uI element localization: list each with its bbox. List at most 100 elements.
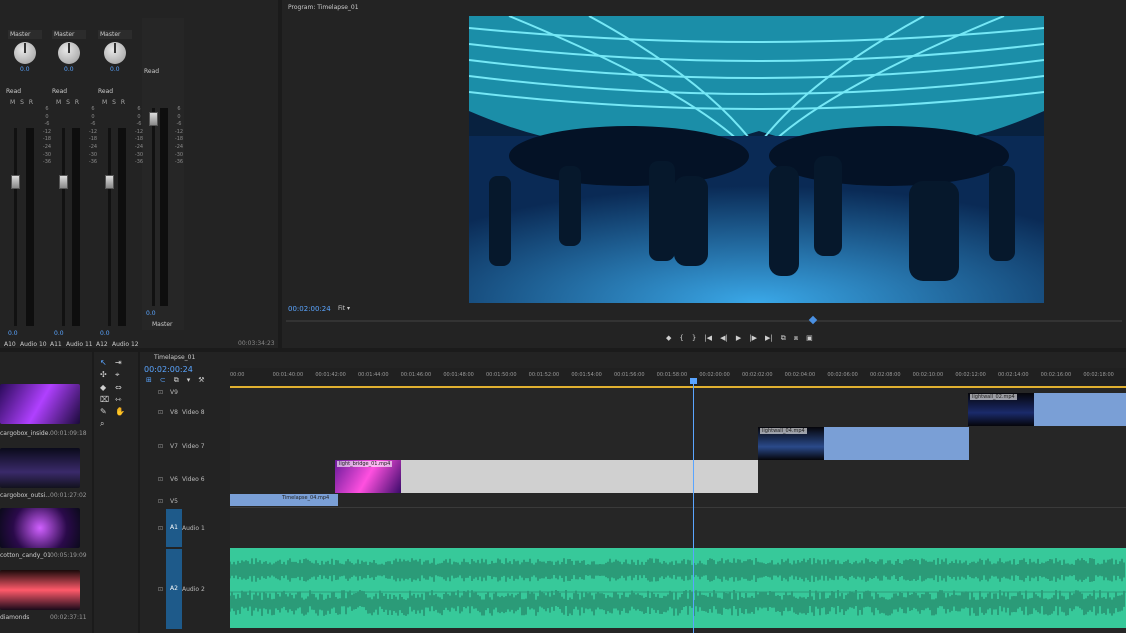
video-still — [469, 16, 1044, 303]
program-timecode[interactable]: 00:02:00:24 — [288, 305, 331, 313]
channel-name: Audio 10 — [20, 341, 47, 348]
db-scale-label: -24 — [88, 143, 98, 150]
clip-light-bridge-01[interactable]: light_bridge_01.mp4 — [335, 460, 758, 493]
level-value: 0.0 — [54, 330, 64, 337]
mark-in-button[interactable]: { — [679, 334, 683, 343]
automation-mode-select[interactable]: Read — [6, 88, 44, 95]
track-lock-icon[interactable]: ⊡ — [158, 409, 163, 416]
track-header-v5[interactable]: V5 ⊡ — [140, 495, 230, 507]
msr-buttons[interactable]: M S R — [56, 99, 79, 106]
timeline-timecode[interactable]: 00:02:00:24 — [144, 365, 193, 374]
channel-name: Audio 11 — [66, 341, 93, 348]
play-button[interactable]: ▶ — [736, 334, 741, 343]
volume-fader-track[interactable] — [62, 128, 65, 326]
track-target-a2[interactable]: A2 — [166, 549, 182, 629]
ruler-tick-label: 00:01:42:00 — [315, 372, 346, 378]
track-lock-icon[interactable]: ⊡ — [158, 525, 163, 532]
route-select[interactable]: Master — [8, 30, 42, 39]
track-header-v7[interactable]: V7 ⊡ Video 7 — [140, 429, 230, 462]
track-select-tool-icon[interactable]: ⇥ — [115, 358, 127, 367]
av-divider — [230, 507, 1126, 508]
volume-fader[interactable] — [105, 175, 114, 189]
track-header-a1[interactable]: A1 ⊡ Audio 1 — [140, 509, 230, 547]
msr-buttons[interactable]: M S R — [10, 99, 33, 106]
db-scale-label: 0 — [91, 113, 95, 120]
program-playhead[interactable] — [808, 315, 818, 325]
razor-tool-icon[interactable]: ⇔ — [115, 383, 127, 392]
volume-fader[interactable] — [59, 175, 68, 189]
nest-icon[interactable]: ⊞ — [146, 376, 152, 385]
add-marker-button[interactable]: ◆ — [666, 334, 671, 343]
track-lock-icon[interactable]: ⊡ — [158, 586, 163, 593]
program-title[interactable]: Program: Timelapse_01 — [288, 4, 359, 11]
master-mode-select[interactable]: Read — [144, 68, 180, 75]
db-scale-label: -36 — [134, 159, 144, 166]
hand-tool-icon[interactable]: ✋ — [115, 407, 127, 416]
step-forward-button[interactable]: |▶ — [749, 334, 757, 343]
linked-selection-icon[interactable]: ⧉ — [174, 376, 179, 385]
pan-value: 0.0 — [110, 66, 120, 73]
ruler-tick-label: 00:02:02:00 — [742, 372, 773, 378]
playhead-handle[interactable] — [690, 378, 697, 384]
master-fader[interactable] — [149, 112, 158, 126]
bin-thumb-0[interactable] — [0, 384, 80, 424]
track-target-a1[interactable]: A1 — [166, 509, 182, 547]
pan-knob[interactable] — [58, 42, 80, 64]
lift-button[interactable]: ⧉ — [781, 334, 786, 343]
track-header-v6[interactable]: V6 ⊡ Video 6 — [140, 462, 230, 495]
db-scale: 6 0 -6 -12 -18 -24 -30 -36 — [172, 106, 186, 306]
track-lock-icon[interactable]: ⊡ — [158, 476, 163, 483]
track-lock-icon[interactable]: ⊡ — [158, 498, 163, 505]
channel-name: Audio 12 — [112, 341, 139, 348]
zoom-tool-icon[interactable]: ⌕ — [100, 419, 112, 429]
rate-stretch-tool-icon[interactable]: ◆ — [100, 383, 112, 392]
master-fader-track[interactable] — [152, 108, 155, 306]
track-lock-icon[interactable]: ⊡ — [158, 443, 163, 450]
bin-item-name: diamonds — [0, 614, 30, 621]
fit-select[interactable]: Fit ▾ — [338, 305, 350, 312]
route-select[interactable]: Master — [52, 30, 86, 39]
transport-controls: ◆ { } |◀ ◀| ▶ |▶ ▶| ⧉ ⧈ ▣ — [666, 334, 813, 343]
track-header-a2[interactable]: A2 ⊡ Audio 2 — [140, 549, 230, 629]
route-select[interactable]: Master — [98, 30, 132, 39]
selection-tool-icon[interactable]: ↖ — [100, 358, 112, 367]
bin-thumb-1[interactable] — [0, 448, 80, 488]
settings-wrench-icon[interactable]: ⚒ — [198, 376, 204, 385]
bin-thumb-2[interactable] — [0, 508, 80, 548]
slip-tool-icon[interactable]: ⌧ — [100, 395, 112, 404]
msr-buttons[interactable]: M S R — [102, 99, 125, 106]
audio-clip-a2[interactable] — [230, 548, 1126, 628]
pen-tool-icon[interactable]: ✎ — [100, 407, 112, 416]
automation-mode-select[interactable]: Read — [98, 88, 136, 95]
export-frame-button[interactable]: ▣ — [806, 334, 813, 343]
program-scrubber[interactable] — [286, 320, 1122, 322]
mark-out-button[interactable]: } — [692, 334, 696, 343]
slide-tool-icon[interactable]: ⇿ — [115, 395, 127, 404]
clip-lightwall-04[interactable]: lightwall_04.mp4 — [758, 427, 969, 460]
program-video-frame[interactable] — [469, 16, 1044, 303]
db-scale: 6 0 -6 -12 -18 -24 -30 -36 — [86, 106, 100, 306]
rolling-edit-tool-icon[interactable]: ⌖ — [115, 370, 127, 380]
pan-knob[interactable] — [104, 42, 126, 64]
timeline-tab[interactable]: Timelapse_01 — [154, 354, 195, 361]
volume-fader-track[interactable] — [14, 128, 17, 326]
clip-label: Timelapse_04.mp4 — [282, 495, 330, 501]
go-to-out-button[interactable]: ▶| — [765, 334, 773, 343]
volume-fader[interactable] — [11, 175, 20, 189]
bin-thumb-3[interactable] — [0, 570, 80, 610]
clip-lightwall-02[interactable]: lightwall_02.mp4 — [968, 393, 1126, 426]
add-marker-icon[interactable]: ▾ — [187, 376, 191, 385]
track-header-v8[interactable]: V8 ⊡ Video 8 — [140, 395, 230, 428]
time-ruler[interactable]: 00:00 00:01:40:00 00:01:42:00 00:01:44:00 00… — [230, 368, 1126, 386]
automation-mode-select[interactable]: Read — [52, 88, 90, 95]
snap-icon[interactable]: ⊂ — [160, 376, 166, 385]
step-back-button[interactable]: ◀| — [720, 334, 728, 343]
go-to-in-button[interactable]: |◀ — [704, 334, 712, 343]
bin-item-name: cargobox_outsi... — [0, 492, 50, 499]
extract-button[interactable]: ⧈ — [794, 334, 798, 343]
pan-knob[interactable] — [14, 42, 36, 64]
clip-timelapse-04[interactable]: Timelapse_04.mp4 — [230, 494, 338, 506]
ripple-edit-tool-icon[interactable]: ✣ — [100, 370, 112, 380]
volume-fader-track[interactable] — [108, 128, 111, 326]
timeline-playhead[interactable] — [693, 380, 694, 633]
